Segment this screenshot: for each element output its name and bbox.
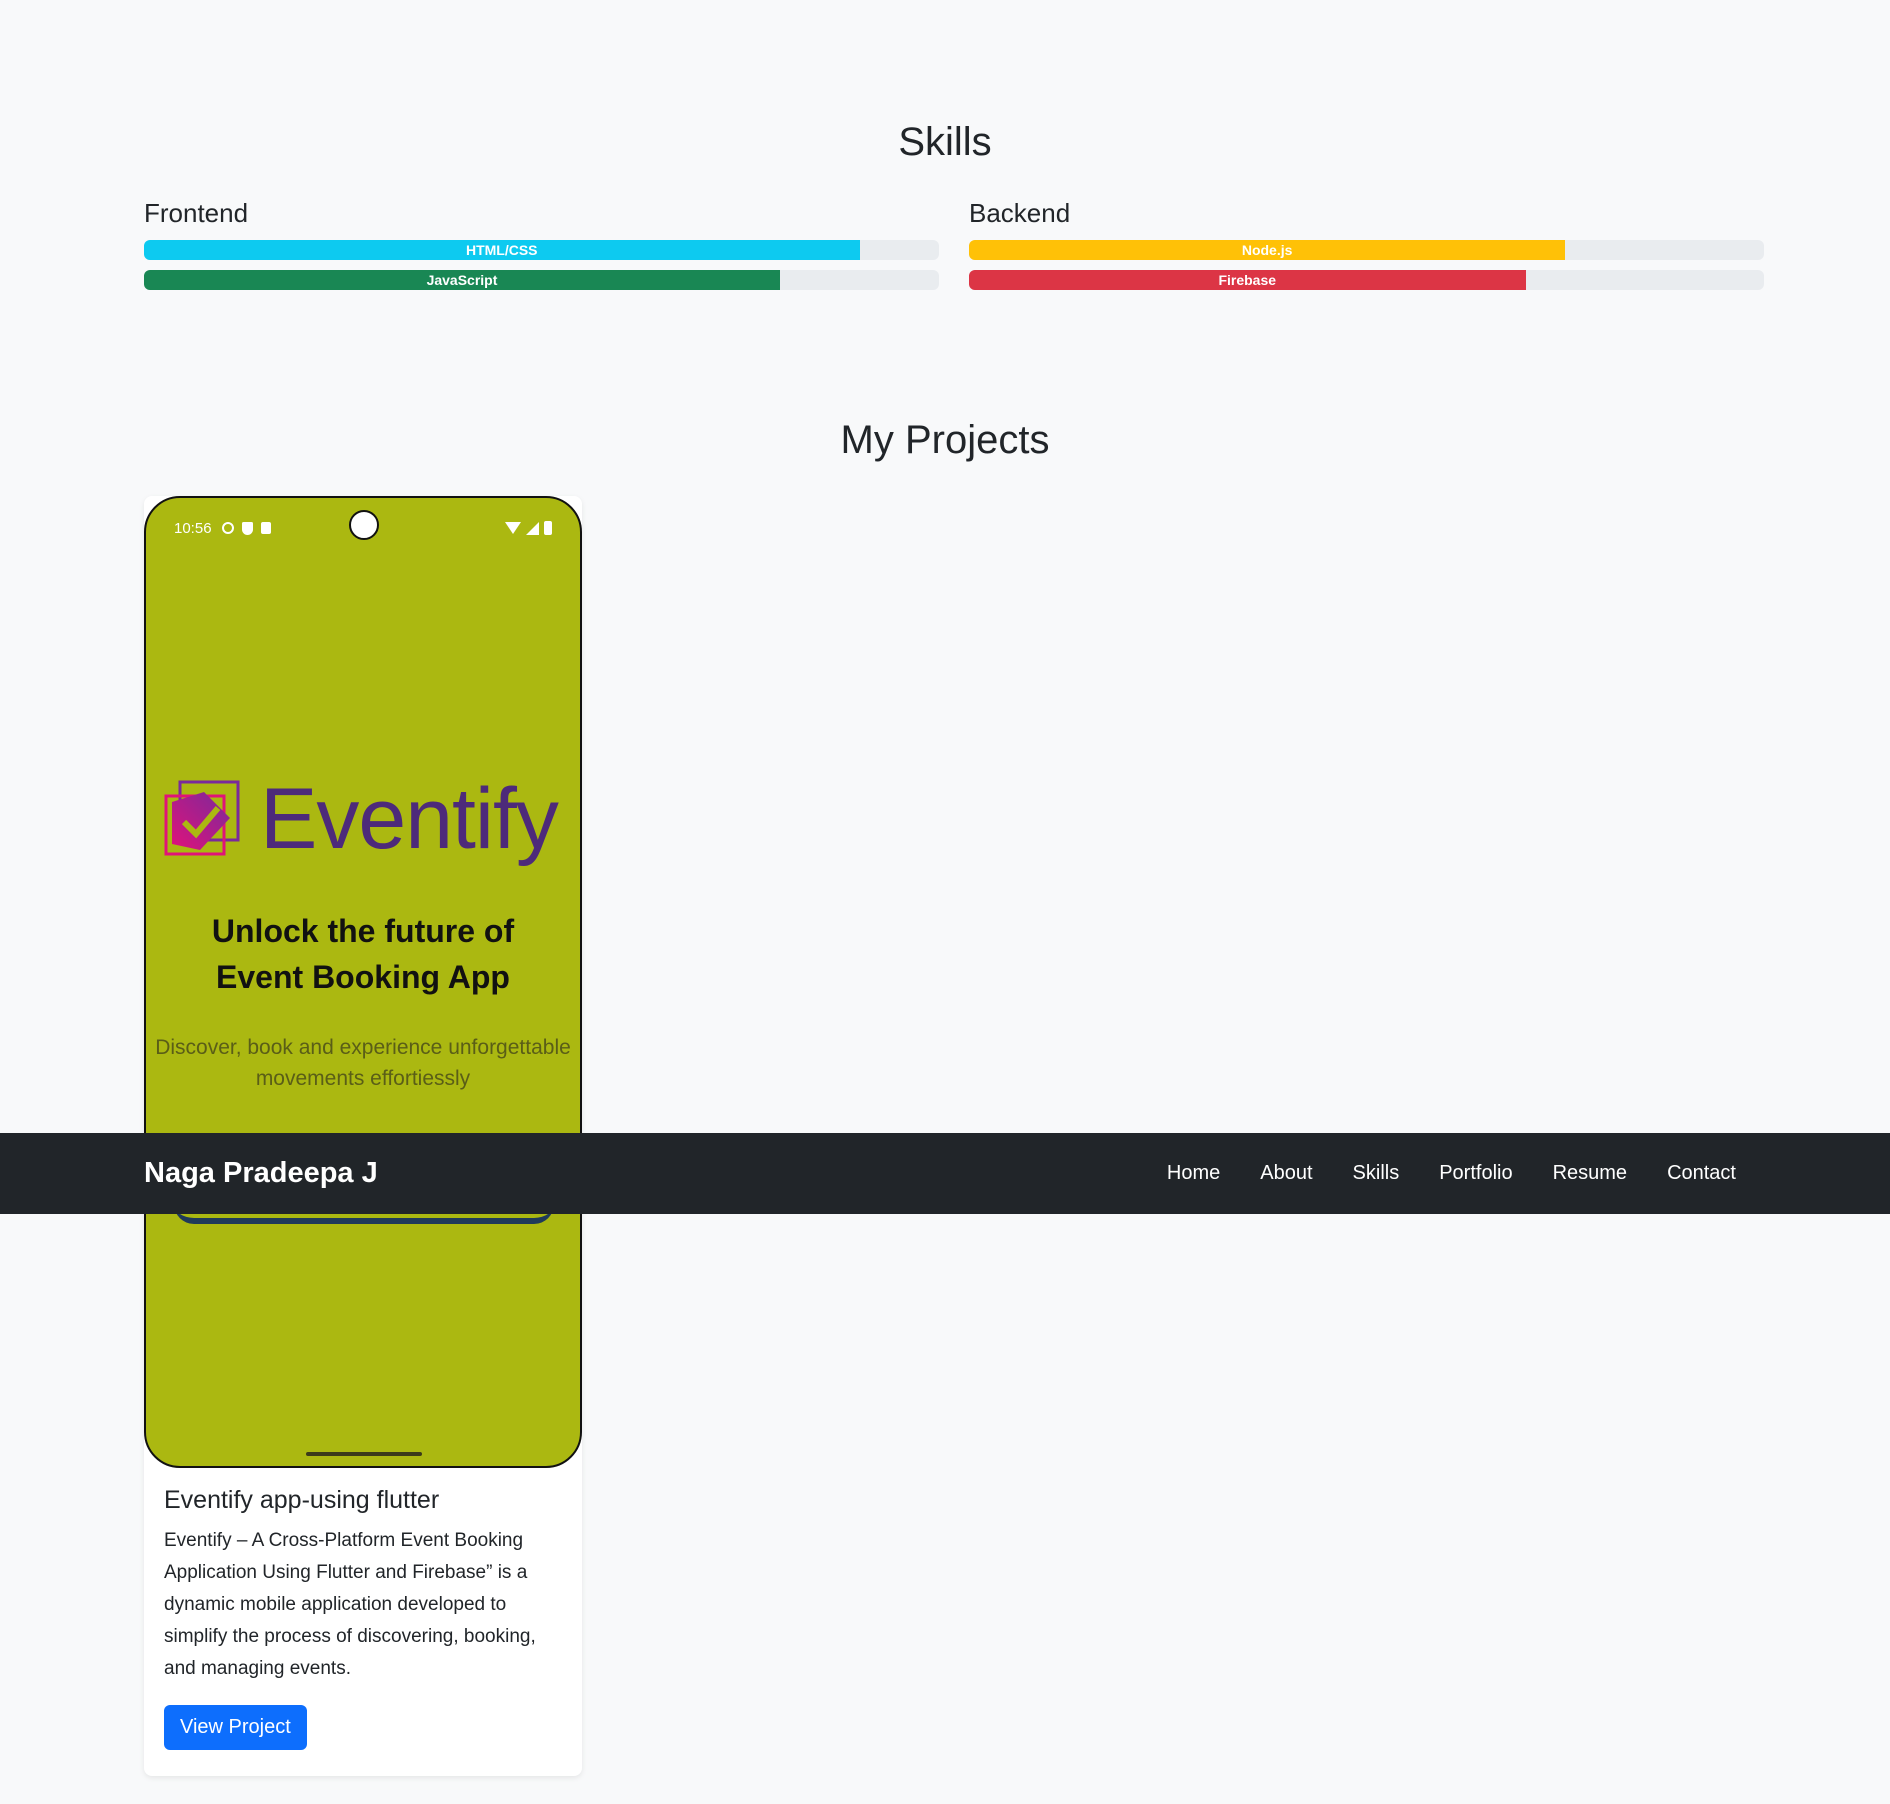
navbar: Naga Pradeepa J Home About Skills Portfo… <box>0 1133 1890 1214</box>
backend-heading: Backend <box>969 198 1071 228</box>
eventify-logo-icon <box>164 780 240 856</box>
frontend-heading: Frontend <box>144 198 249 228</box>
camera-cutout <box>349 510 379 540</box>
sd-card-icon <box>260 522 271 534</box>
progress-firebase: Firebase <box>969 270 1764 290</box>
progress-bar-html-css: HTML/CSS <box>144 240 860 260</box>
skills-title: Skills <box>898 120 992 164</box>
project-title: Eventify app-using flutter <box>164 1486 440 1514</box>
signal-icon <box>526 521 539 535</box>
shield-icon <box>241 521 253 535</box>
nav-link-resume[interactable]: Resume <box>1533 1162 1647 1185</box>
navbar-brand[interactable]: Naga Pradeepa J <box>144 1157 378 1190</box>
projects-title: My Projects <box>840 418 1050 462</box>
backend-skills: Backend Node.js Firebase <box>969 198 1764 300</box>
view-project-button[interactable]: View Project <box>164 1705 307 1750</box>
subtitle-line-1: Discover, book and experience unforgetta… <box>155 1036 571 1059</box>
frontend-skills: Frontend HTML/CSS JavaScript <box>144 198 939 300</box>
progress-nodejs: Node.js <box>969 240 1764 260</box>
eventify-logo: Eventify <box>164 771 559 867</box>
status-time: 10:56 <box>174 519 212 537</box>
headline-line-2: Event Booking App <box>216 959 510 995</box>
phone-headline: Unlock the future of Event Booking App <box>146 908 580 1000</box>
nav-link-contact[interactable]: Contact <box>1647 1162 1746 1185</box>
progress-bar-firebase: Firebase <box>969 270 1526 290</box>
progress-javascript: JavaScript <box>144 270 939 290</box>
battery-icon <box>544 521 552 535</box>
progress-bar-javascript: JavaScript <box>144 270 780 290</box>
wifi-icon <box>505 522 521 534</box>
project-screenshot: 10:56 Eventify Unlock the future of Even… <box>144 496 582 1468</box>
subtitle-line-2: movements effortiessly <box>255 1067 471 1090</box>
nav-link-home[interactable]: Home <box>1147 1162 1240 1185</box>
progress-bar-nodejs: Node.js <box>969 240 1566 260</box>
phone-subtitle: Discover, book and experience unforgetta… <box>146 1032 580 1094</box>
nav-link-portfolio[interactable]: Portfolio <box>1419 1162 1532 1185</box>
nav-link-about[interactable]: About <box>1240 1162 1332 1185</box>
card-body: Eventify app-using flutter Eventify – A … <box>164 1486 562 1750</box>
dnd-icon <box>221 522 234 534</box>
home-indicator <box>306 1452 422 1456</box>
eventify-logo-text: Eventify <box>260 771 559 867</box>
nav-link-skills[interactable]: Skills <box>1333 1162 1420 1185</box>
nav-links: Home About Skills Portfolio Resume Conta… <box>1147 1162 1746 1185</box>
project-description: Eventify – A Cross-Platform Event Bookin… <box>164 1530 536 1679</box>
headline-line-1: Unlock the future of <box>211 913 515 949</box>
progress-html-css: HTML/CSS <box>144 240 939 260</box>
